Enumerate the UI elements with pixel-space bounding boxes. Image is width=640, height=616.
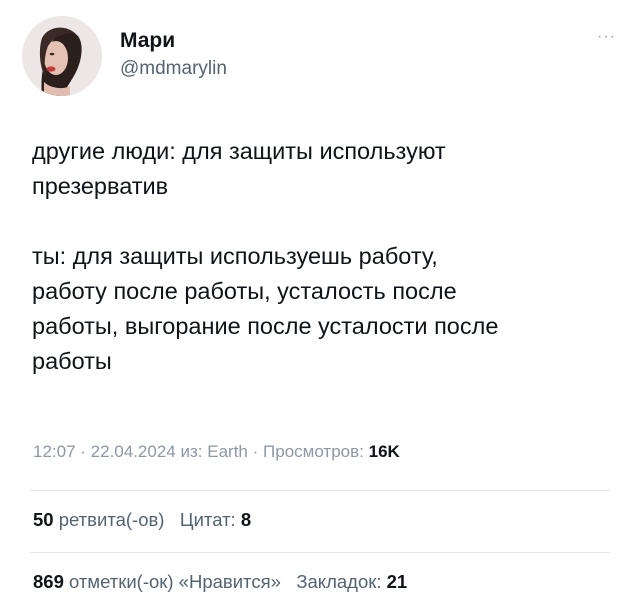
bookmarks-stat[interactable]: Закладок: 21 xyxy=(296,571,407,592)
tweet-text: другие люди: для защиты используют презе… xyxy=(32,134,612,379)
likes-count: 869 xyxy=(33,571,64,592)
tweet-text-line: работу после работы, усталость после xyxy=(32,278,457,304)
divider xyxy=(30,490,610,491)
display-name[interactable]: Мари xyxy=(120,28,227,54)
quotes-stat[interactable]: Цитат: 8 xyxy=(180,509,251,530)
tweet-text-line: презерватив xyxy=(32,173,169,199)
tweet: Мари @mdmarylin ··· другие люди: для защ… xyxy=(0,0,640,616)
likes-label: отметки(-ок) «Нравится» xyxy=(69,571,281,592)
tweet-meta: 12:07 · 22.04.2024 из: Earth · Просмотро… xyxy=(33,440,400,464)
tweet-header: Мари @mdmarylin ··· xyxy=(22,16,618,96)
avatar[interactable] xyxy=(22,16,102,96)
separator-dot: · xyxy=(80,442,91,461)
retweets-stat[interactable]: 50 ретвита(-ов) xyxy=(33,509,170,530)
tweet-text-line: другие люди: для защиты используют xyxy=(32,138,446,164)
stats-row-retweets: 50 ретвита(-ов) Цитат: 8 xyxy=(33,507,251,533)
quotes-label: Цитат: xyxy=(179,509,236,530)
source-prefix: из: xyxy=(180,442,203,461)
stats-row-likes: 869 отметки(-ок) «Нравится» Закладок: 21 xyxy=(33,569,407,595)
tweet-source: Earth xyxy=(207,442,248,461)
likes-stat[interactable]: 869 отметки(-ок) «Нравится» xyxy=(33,571,286,592)
quotes-count: 8 xyxy=(240,509,252,530)
retweets-label: ретвита(-ов) xyxy=(58,509,165,530)
tweet-text-line: работы, выгорание после усталости после xyxy=(32,313,499,339)
tweet-time[interactable]: 12:07 xyxy=(33,442,76,461)
tweet-date[interactable]: 22.04.2024 xyxy=(91,442,176,461)
views-label: Просмотров: xyxy=(263,442,364,461)
author-names: Мари @mdmarylin xyxy=(120,28,227,82)
retweets-count: 50 xyxy=(33,509,54,530)
views-count: 16K xyxy=(368,442,400,461)
tweet-paragraph: другие люди: для защиты используют презе… xyxy=(32,134,612,204)
bookmarks-label: Закладок: xyxy=(296,571,382,592)
tweet-text-line: ты: для защиты используешь работу, xyxy=(32,243,438,269)
avatar-image xyxy=(22,16,102,96)
user-handle[interactable]: @mdmarylin xyxy=(120,56,227,82)
separator-dot: · xyxy=(252,442,264,461)
tweet-paragraph: ты: для защиты используешь работу, работ… xyxy=(32,239,612,379)
more-options-icon[interactable]: ··· xyxy=(597,28,616,46)
divider xyxy=(30,552,610,553)
tweet-text-line: работы xyxy=(32,348,112,374)
bookmarks-count: 21 xyxy=(386,571,408,592)
